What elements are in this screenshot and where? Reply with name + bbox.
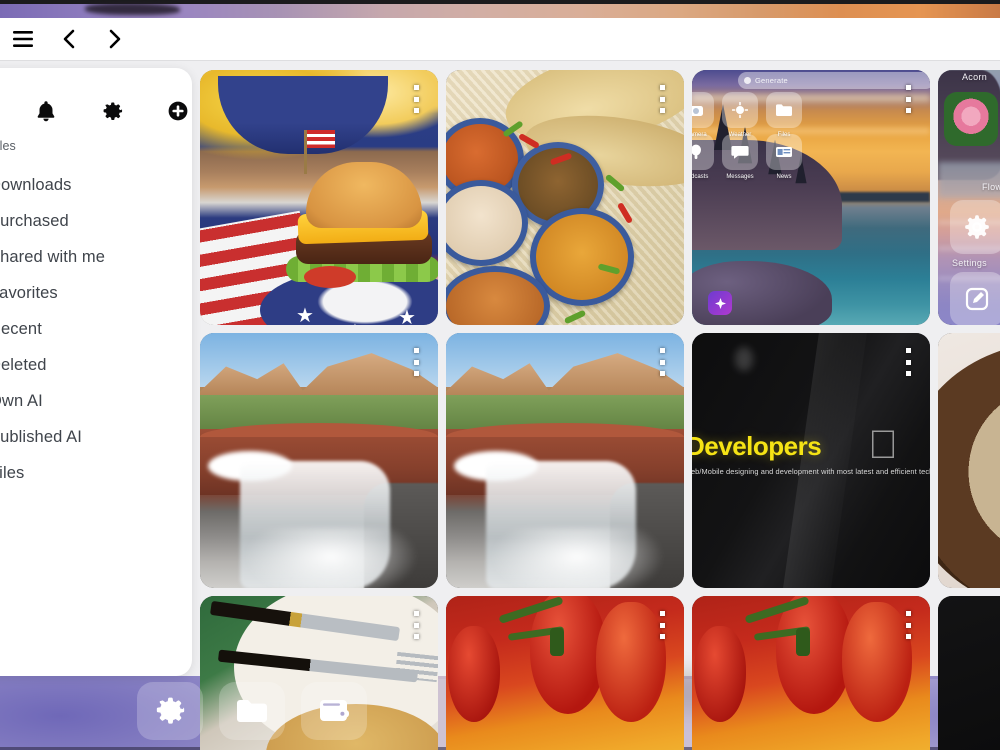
wallet-icon [320, 700, 349, 721]
sidebar-item-files[interactable]: Files [0, 455, 192, 491]
thumbnail-ramen-bowl[interactable] [938, 333, 1000, 588]
thumbnail-indian-thali[interactable] [446, 70, 684, 325]
app-icon-podcasts: Podcasts [692, 134, 714, 180]
plus-circle-icon[interactable] [145, 100, 192, 122]
sidebar-item-label: Favorites [0, 283, 58, 302]
thumbnail-waterfall-2[interactable] [446, 333, 684, 588]
forward-chevron-icon[interactable] [99, 23, 131, 55]
gallery-row: ★ ★ ★ [200, 70, 1000, 325]
app-icon-weather: Weather [722, 92, 758, 138]
folder-label-flowers: Flowers [982, 182, 1000, 192]
desktop-wallpaper-strip [0, 0, 1000, 18]
thumbnail-options-menu[interactable] [654, 608, 670, 642]
folder-icon [237, 700, 267, 722]
thumbnail-peppers-omelette-2[interactable] [692, 596, 930, 750]
thumbnail-options-menu[interactable] [900, 82, 916, 116]
gallery-row: Developers Web/Mobile designing and deve… [200, 333, 1000, 588]
app-tile-editor [950, 272, 1000, 325]
sidebar-item-label: Files [0, 463, 25, 482]
sidebar-item-favorites[interactable]: Favorites [0, 275, 192, 311]
sidebar-item-label: Published AI [0, 427, 82, 446]
thumbnail-image [446, 70, 684, 325]
thumbnail-dark[interactable] [938, 596, 1000, 750]
app-label: Podcasts [692, 174, 709, 180]
bell-icon[interactable] [13, 99, 79, 123]
app-label: News [776, 174, 792, 180]
thumbnail-acorn-homescreen[interactable]: Acorn Flowers Settings [938, 70, 1000, 325]
sidebar-item-purchased[interactable]: Purchased [0, 203, 192, 239]
gear-icon [156, 697, 185, 724]
thumbnail-image: Acorn Flowers Settings [938, 70, 1000, 325]
back-chevron-icon[interactable] [53, 23, 85, 55]
thumbnail-image [938, 596, 1000, 750]
app-icon-files: Files [766, 92, 802, 138]
sidebar-item-label: Shared with me [0, 247, 106, 266]
thumbnail-options-menu[interactable] [900, 608, 916, 642]
thumbnail-options-menu[interactable] [654, 82, 670, 116]
thumbnail-lake-sunset-homescreen[interactable]: Generate Camera Weather Files [692, 70, 930, 325]
sidebar-item-label: Purchased [0, 211, 69, 230]
lake-app-grid: Camera Weather Files Podcasts [692, 92, 806, 180]
folder-tile-acorn-flower-1 [944, 92, 998, 146]
app-icon-camera: Camera [692, 92, 714, 138]
app-label: Messages [726, 174, 754, 180]
thumbnail-image: ★ ★ ★ [200, 70, 438, 325]
thumbnail-waterfall-1[interactable] [200, 333, 438, 588]
thumbnail-image [938, 333, 1000, 588]
thumbnail-image: Developers Web/Mobile designing and deve… [692, 333, 930, 588]
sidebar-action-row [0, 68, 192, 134]
thumbnail-options-menu[interactable] [654, 345, 670, 379]
thumbnail-options-menu[interactable] [408, 82, 424, 116]
sidebar-nav-list: Downloads Purchased Shared with me Favor… [0, 167, 192, 491]
header-toolbar [0, 18, 1000, 60]
app-badge-icon [708, 291, 732, 315]
dock-wallet[interactable] [301, 682, 367, 740]
lake-status-label: Generate [755, 76, 788, 85]
apple-logo-icon:  [868, 425, 898, 465]
hamburger-menu-icon[interactable] [7, 23, 39, 55]
file-gallery-grid: ★ ★ ★ [200, 70, 1000, 750]
sidebar-item-own-ai[interactable]: Own AI [0, 383, 192, 419]
pencil-square-icon [965, 287, 989, 311]
dock-bar [137, 681, 367, 741]
thumbnail-burger-fourth-of-july[interactable]: ★ ★ ★ [200, 70, 438, 325]
app-icon-messages: Messages [722, 134, 758, 180]
folder-label-acorn: Acorn [962, 72, 988, 82]
thumbnail-image: Generate Camera Weather Files [692, 70, 930, 325]
thumbnail-image [446, 596, 684, 750]
sidebar-item-label: Own AI [0, 391, 43, 410]
developers-subtitle: Web/Mobile designing and development wit… [692, 467, 930, 476]
sidebar-item-published-ai[interactable]: Published AI [0, 419, 192, 455]
thumbnail-options-menu[interactable] [408, 345, 424, 379]
gear-icon[interactable] [79, 100, 145, 123]
dock-files[interactable] [219, 682, 285, 740]
thumbnail-image [200, 333, 438, 588]
sidebar-panel: Files Downloads Purchased Shared with me… [0, 68, 192, 676]
sidebar-section-label: Files [0, 139, 16, 153]
sidebar-item-label: Deleted [0, 355, 47, 374]
wallpaper-blob [85, 3, 180, 15]
app-label-settings: Settings [952, 258, 987, 268]
thumbnail-image [446, 333, 684, 588]
app-tile-settings [950, 200, 1000, 254]
thumbnail-developers-banner[interactable]: Developers Web/Mobile designing and deve… [692, 333, 930, 588]
thumbnail-options-menu[interactable] [900, 345, 916, 379]
sidebar-item-recent[interactable]: Recent [0, 311, 192, 347]
status-dot [744, 77, 751, 84]
dock-settings[interactable] [137, 682, 203, 740]
sidebar-item-label: Recent [0, 319, 42, 338]
sidebar-item-downloads[interactable]: Downloads [0, 167, 192, 203]
thumbnail-peppers-omelette-1[interactable] [446, 596, 684, 750]
gear-icon [965, 215, 989, 239]
sidebar-item-shared-with-me[interactable]: Shared with me [0, 239, 192, 275]
thumbnail-options-menu[interactable] [408, 608, 424, 642]
sidebar-item-label: Downloads [0, 175, 72, 194]
app-icon-news: News [766, 134, 802, 180]
thumbnail-image [692, 596, 930, 750]
sidebar-item-deleted[interactable]: Deleted [0, 347, 192, 383]
